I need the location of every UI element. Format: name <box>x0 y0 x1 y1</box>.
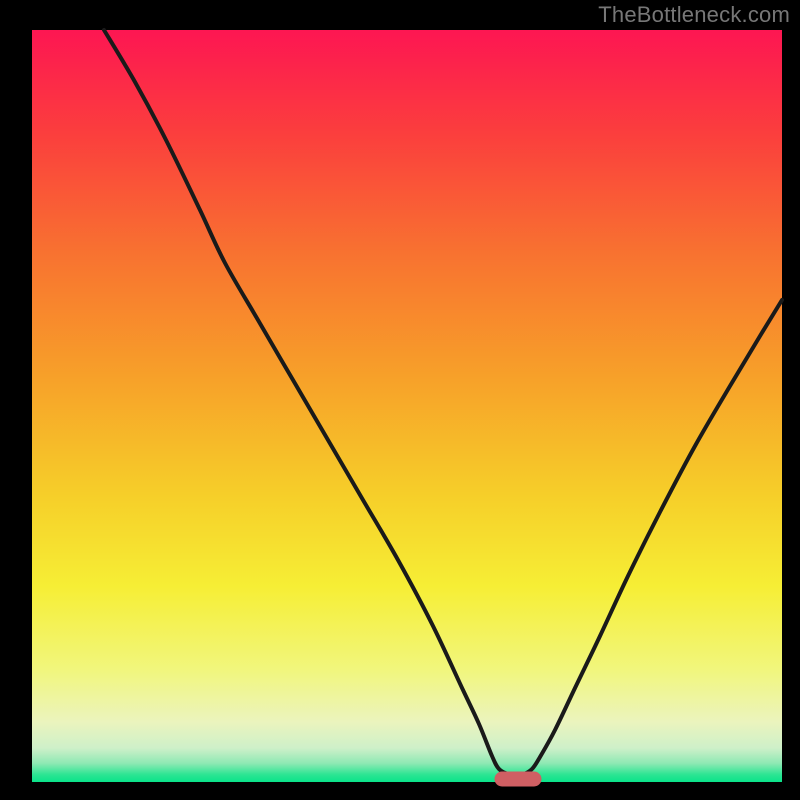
optimal-marker <box>495 772 541 786</box>
plot-gradient-area <box>32 30 782 782</box>
watermark-text: TheBottleneck.com <box>598 2 790 28</box>
chart-container: TheBottleneck.com <box>0 0 800 800</box>
bottleneck-chart <box>0 0 800 800</box>
